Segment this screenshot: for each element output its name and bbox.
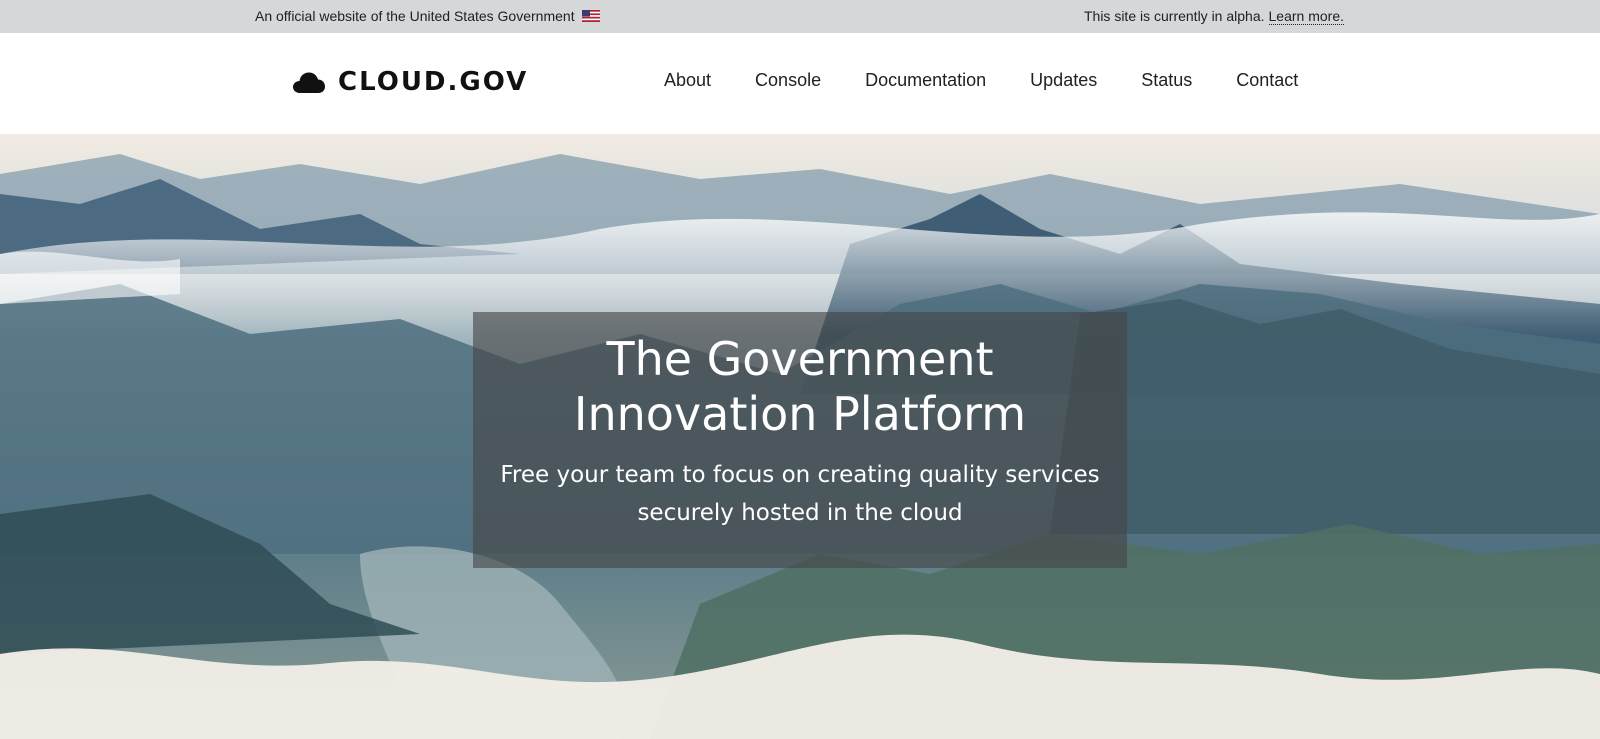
hero-title-line-2: Innovation Platform xyxy=(573,387,1027,441)
hero-title: The Government Innovation Platform xyxy=(473,332,1127,442)
nav-item-contact[interactable]: Contact xyxy=(1236,70,1298,91)
hero-subtitle: Free your team to focus on creating qual… xyxy=(473,456,1127,532)
hero-subtitle-line-1: Free your team to focus on creating qual… xyxy=(500,462,1100,488)
alpha-notice: This site is currently in alpha. Learn m… xyxy=(1084,8,1344,25)
site-logo[interactable]: CLOUD.GOV xyxy=(292,67,528,97)
hero-section: The Government Innovation Platform Free … xyxy=(0,134,1600,739)
official-text: An official website of the United States… xyxy=(255,8,575,24)
nav-item-updates[interactable]: Updates xyxy=(1030,70,1097,91)
logo-text: CLOUD.GOV xyxy=(338,67,529,97)
cloud-icon xyxy=(293,72,325,93)
alpha-text: This site is currently in alpha. xyxy=(1083,8,1265,24)
nav-item-status[interactable]: Status xyxy=(1141,70,1192,91)
site-header: CLOUD.GOV About Console Documentation Up… xyxy=(0,33,1600,134)
hero-title-line-1: The Government xyxy=(606,332,994,386)
hero-subtitle-line-2: securely hosted in the cloud xyxy=(637,500,963,526)
hero-callout: The Government Innovation Platform Free … xyxy=(473,312,1127,568)
main-nav: About Console Documentation Updates Stat… xyxy=(664,70,1298,91)
learn-more-link[interactable]: Learn more. xyxy=(1268,8,1344,25)
official-notice: An official website of the United States… xyxy=(255,8,600,24)
nav-item-documentation[interactable]: Documentation xyxy=(865,70,986,91)
us-flag-icon xyxy=(581,10,600,22)
nav-item-console[interactable]: Console xyxy=(755,70,821,91)
gov-banner: An official website of the United States… xyxy=(0,0,1600,33)
nav-item-about[interactable]: About xyxy=(664,70,711,91)
